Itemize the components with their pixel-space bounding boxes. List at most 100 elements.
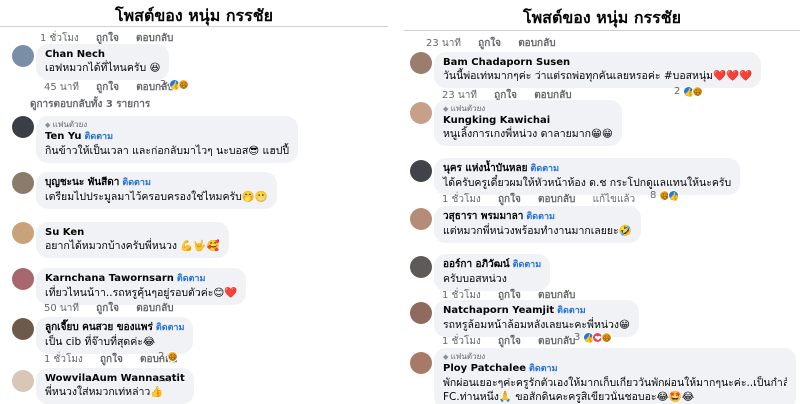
comment-bubble: แฟนตัวยง Ploy Patchaleeติดตาม พักผ่อนเยอ… — [434, 348, 796, 404]
like-link[interactable]: ถูกใจ — [96, 82, 119, 93]
commenter-name[interactable]: Su Ken — [45, 226, 220, 239]
view-replies-link[interactable]: ดูการตอบกลับทั้ง 3 รายการ — [30, 97, 150, 112]
like-link[interactable]: ถูกใจ — [100, 354, 123, 365]
comment-text-continued: FC.ท่านหนึ่ง🙏 ขอสักดินคะครูสิเขียวนั่นชอ… — [443, 391, 695, 403]
like-link[interactable]: ถูกใจ — [498, 336, 521, 347]
commenter-name[interactable]: Ploy Patchalee — [443, 363, 526, 374]
reply-link[interactable]: ตอบกลับ — [136, 303, 173, 314]
comment-time: 50 นาที — [44, 303, 79, 314]
avatar[interactable] — [410, 352, 432, 374]
like-link[interactable]: ถูกใจ — [498, 194, 521, 205]
comment-bubble: บุญชะนะ พันสีดา ติดตาม เตรียมไปประมูลมาไว… — [36, 172, 277, 209]
avatar[interactable] — [12, 45, 34, 67]
follow-button[interactable]: ติดตาม — [531, 164, 560, 174]
commenter-name[interactable]: Natchaporn Yeamjit — [443, 305, 554, 316]
comment-bubble: ลูกเจี๊ยบ คนสวย ของแพร่ ติดตาม เป็น cib ท… — [36, 317, 194, 354]
commenter-name[interactable]: ลูกเจี๊ยบ คนสวย ของแพร่ — [45, 322, 153, 333]
avatar[interactable] — [410, 208, 432, 230]
like-icon: 👍 — [668, 190, 680, 201]
comment-time: 23 นาที — [426, 38, 461, 49]
comment-bubble: วสุธารา พรมมาลา ติดตาม แต่หมวกพี่หน่วงพร้… — [434, 206, 641, 243]
avatar[interactable] — [410, 102, 432, 124]
comment-text: พักผ่อนเยอะๆค่ะครูรักตัวเองให้มากเก็บเกี… — [443, 377, 787, 389]
avatar[interactable] — [12, 222, 34, 244]
haha-icon: 😆 — [167, 351, 179, 362]
reaction-summary[interactable]: 2 😆 — [158, 351, 179, 362]
avatar[interactable] — [410, 302, 432, 324]
avatar[interactable] — [12, 370, 34, 392]
reaction-count: 3 — [574, 332, 581, 343]
comment-bubble: แฟนตัวยง Ten Yuติดตาม กินข้าวให้เป็นเวลา… — [36, 116, 299, 163]
comment-bubble: Karnchana Tawornsarn ติดตาม เที่ยวไหนน้าา… — [36, 268, 247, 305]
comment-time: 1 ชั่วโมง — [442, 336, 481, 347]
haha-icon: 😆 — [692, 86, 704, 97]
reaction-count: 2 — [160, 79, 167, 90]
left-post-panel: โพสต์ของ หนุ่ม กรรชัย 1 ชั่วโมง ถูกใจ ตอ… — [0, 0, 388, 404]
commenter-name[interactable]: Ten Yu — [45, 131, 82, 142]
avatar[interactable] — [12, 172, 34, 194]
comment-time: 45 นาที — [44, 82, 79, 93]
follow-button[interactable]: ติดตาม — [526, 212, 555, 222]
commenter-name[interactable]: Kungking Kawichai — [443, 114, 613, 127]
avatar[interactable] — [410, 52, 432, 74]
comment-text: อยากได้หมวกบ้างครับพี่หนวง 💪🤟🥰 — [45, 240, 220, 252]
comment-text: เป็น cib ที่จ๊าบที่สุดค่ะ😂 — [45, 336, 156, 348]
follow-button[interactable]: ติดตาม — [122, 178, 151, 188]
comment-time: 1 ชั่วโมง — [442, 194, 481, 205]
reply-link[interactable]: ตอบกลับ — [538, 194, 575, 205]
reaction-summary[interactable]: 8 😆 👍 — [650, 190, 680, 201]
top-fan-badge: แฟนตัวยง — [443, 104, 613, 114]
follow-button[interactable]: ติดตาม — [557, 306, 586, 316]
reaction-count: 2 — [674, 86, 681, 97]
like-link[interactable]: ถูกใจ — [478, 38, 501, 49]
follow-button[interactable]: ติดตาม — [513, 260, 542, 270]
comment-text: ได้ครับครูเดี๋ยวผมให้หัวหน้าห้อง ด.ช กระ… — [443, 177, 732, 189]
reply-link[interactable]: ตอบกลับ — [538, 336, 575, 347]
comment-bubble: ออร์กา อภิวัฒน์ ติดตาม ครับบอสหน่วง — [434, 254, 551, 291]
avatar[interactable] — [410, 256, 432, 278]
edited-label: แก้ไขแล้ว — [592, 194, 636, 205]
avatar[interactable] — [12, 268, 34, 290]
haha-icon: 😆 — [178, 79, 190, 90]
avatar[interactable] — [12, 318, 34, 340]
title-divider — [0, 26, 388, 27]
avatar[interactable] — [410, 160, 432, 182]
like-link[interactable]: ถูกใจ — [96, 33, 119, 44]
reaction-summary[interactable]: 3 👍 ❤ 😆 — [574, 332, 613, 343]
post-title: โพสต์ของ หนุ่ม กรรชัย — [523, 8, 681, 27]
follow-button[interactable]: ติดตาม — [177, 274, 206, 284]
reaction-summary[interactable]: 2 👍 😆 — [674, 86, 704, 97]
commenter-name[interactable]: วสุธารา พรมมาลา — [443, 211, 523, 222]
more-options-icon[interactable]: ··· — [158, 374, 172, 388]
commenter-name[interactable]: ออร์กา อภิวัฒน์ — [443, 259, 510, 270]
comment-text: เตรียมไปประมูลมาไว้ครอบครองใช่ไหมครับ🤭😬 — [45, 191, 268, 203]
comment-bubble: แฟนตัวยง Kungking Kawichai หนูเลิ้งการเก… — [434, 100, 622, 146]
title-divider — [404, 30, 800, 31]
top-fan-badge: แฟนตัวยง — [443, 352, 787, 362]
comment-text: เอฟหมวกได้ที่ไหนครับ 😆 — [45, 62, 161, 74]
comment-actions: 50 นาที ถูกใจ ตอบกลับ — [44, 301, 188, 316]
avatar[interactable] — [12, 116, 34, 138]
reply-link[interactable]: ตอบกลับ — [136, 33, 173, 44]
commenter-name[interactable]: บุญชะนะ พันสีดา — [45, 177, 119, 188]
comment-text: แต่หมวกพี่หน่วงพร้อมทำงานมากเลยยะ🤣 — [443, 225, 632, 237]
top-fan-badge: แฟนตัวยง — [45, 120, 289, 130]
commenter-name[interactable]: นุคร แห่งน้ำบันหลย — [443, 163, 528, 174]
reply-link[interactable]: ตอบกลับ — [518, 38, 555, 49]
reaction-count: 2 — [158, 351, 165, 362]
like-link[interactable]: ถูกใจ — [96, 303, 119, 314]
comment-text: หนูเลิ้งการเกงพี่หน่วง ดาลายมาก😁😁 — [443, 128, 613, 140]
follow-button[interactable]: ติดตาม — [156, 323, 185, 333]
comment-text: ครับบอสหน่วง — [443, 273, 507, 285]
reaction-count: 8 — [650, 190, 657, 201]
follow-button[interactable]: ติดตาม — [85, 132, 114, 142]
follow-button[interactable]: ติดตาม — [529, 364, 558, 374]
comment-text: เที่ยวไหนน้าา..รถหรูคุ้นๆอยู่รอบตัวค่ะ😊❤… — [45, 287, 238, 299]
commenter-name[interactable]: Bam Chadaporn Susen — [443, 56, 752, 69]
comment-actions: 1 ชั่วโมง ถูกใจ ตอบกลับ แก้ไขแล้ว — [442, 192, 649, 207]
reaction-summary[interactable]: 2 👍 😆 — [160, 79, 190, 90]
commenter-name[interactable]: Chan Nech — [45, 48, 160, 61]
commenter-name[interactable]: Karnchana Tawornsarn — [45, 273, 174, 284]
comment-text: รถหรูล้อมหน้าล้อมหลังเลยนะคะพี่หน่วง😁 — [443, 319, 631, 331]
comment-bubble: นุคร แห่งน้ำบันหลย ติดตาม ได้ครับครูเดี๋ย… — [434, 158, 741, 195]
